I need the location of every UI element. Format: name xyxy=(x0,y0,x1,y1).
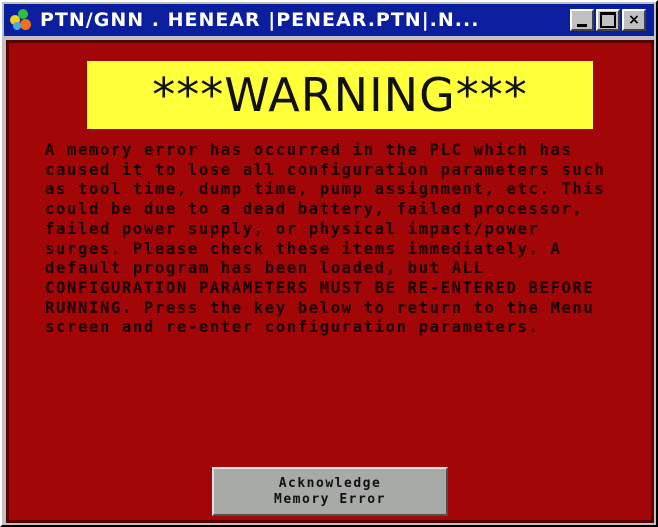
ack-button-line2: Memory Error xyxy=(274,491,386,507)
minimize-button[interactable] xyxy=(570,9,594,31)
acknowledge-memory-error-button[interactable]: Acknowledge Memory Error xyxy=(212,467,448,516)
title-bar[interactable]: PTN/GNN . HENEAR |PENEAR.PTN|.N... × xyxy=(4,4,654,36)
warning-panel: ***WARNING*** A memory error has occurre… xyxy=(6,40,654,523)
close-button[interactable]: × xyxy=(622,9,646,31)
warning-message: A memory error has occurred in the PLC w… xyxy=(45,141,617,337)
warning-banner: ***WARNING*** xyxy=(87,61,593,129)
hmi-window: PTN/GNN . HENEAR |PENEAR.PTN|.N... × ***… xyxy=(0,0,658,527)
app-leaf-icon[interactable] xyxy=(8,7,34,33)
window-title: PTN/GNN . HENEAR |PENEAR.PTN|.N... xyxy=(40,9,480,31)
maximize-button[interactable] xyxy=(596,9,620,31)
ack-button-line1: Acknowledge xyxy=(278,475,382,491)
